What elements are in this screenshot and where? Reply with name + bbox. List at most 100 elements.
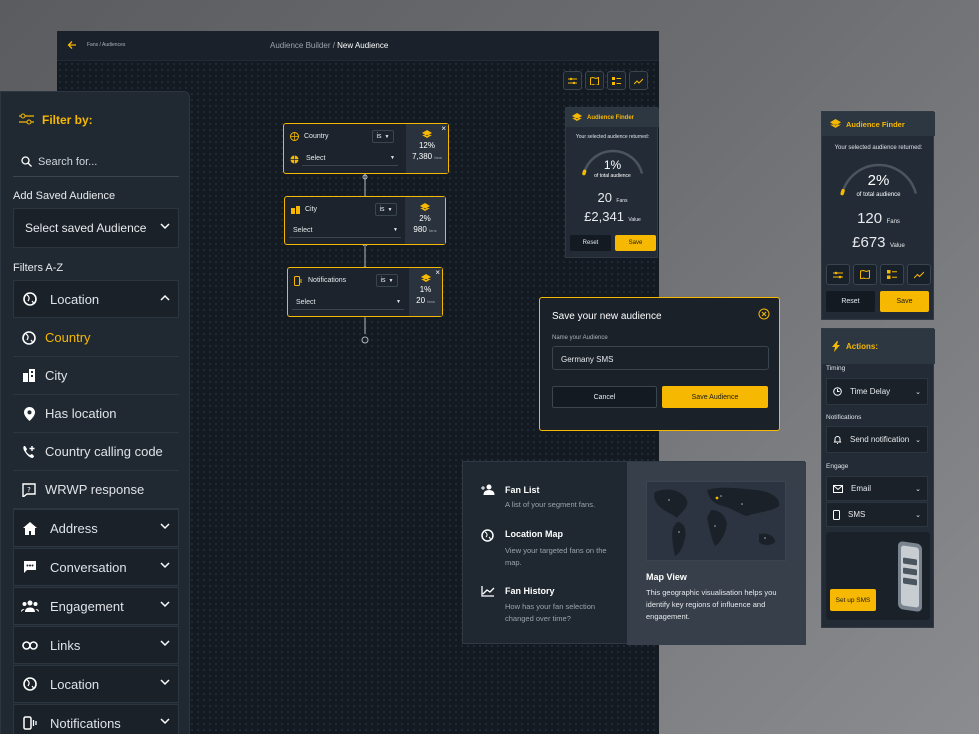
filter-item-has-location[interactable]: Has location — [13, 395, 179, 433]
notifications-select[interactable]: Send notification ⌄ — [826, 426, 928, 453]
filter-sliders-icon[interactable] — [826, 264, 850, 285]
globe-icon — [14, 677, 46, 691]
filter-group-location-2[interactable]: Location — [13, 665, 179, 703]
phone-notification-icon — [294, 276, 303, 286]
filter-group-notifications[interactable]: Notifications — [13, 704, 179, 734]
chevron-down-icon: ▼ — [388, 277, 394, 284]
chevron-down-icon — [160, 640, 170, 647]
list-icon[interactable] — [607, 71, 626, 90]
filter-group-links[interactable]: Links — [13, 626, 179, 664]
phone-notification-icon — [14, 716, 46, 730]
operator-select[interactable]: is ▼ — [372, 130, 394, 143]
globe-icon — [13, 330, 45, 345]
reset-button[interactable]: Reset — [826, 291, 875, 312]
set-up-sms-button[interactable]: Set up SMS — [830, 589, 876, 611]
back-arrow-icon[interactable] — [67, 40, 77, 50]
close-icon[interactable]: × — [441, 124, 446, 133]
trend-chart-icon — [481, 585, 495, 597]
filter-item-city[interactable]: City — [13, 357, 179, 395]
finder-header: Audience Finder — [566, 108, 659, 127]
filter-group-location[interactable]: Location — [13, 280, 179, 318]
saved-audience-select[interactable]: Select saved Audience — [13, 208, 179, 248]
filter-sliders-icon[interactable] — [563, 71, 582, 90]
filter-group-address[interactable]: Address — [13, 509, 179, 547]
timing-select[interactable]: Time Delay ⌄ — [826, 378, 928, 405]
list-icon[interactable] — [880, 264, 904, 285]
chevron-down-icon: ▼ — [384, 133, 390, 140]
audience-name-input[interactable]: Germany SMS — [552, 346, 769, 370]
chat-icon — [14, 560, 46, 574]
view-title[interactable]: Fan History — [505, 586, 555, 596]
chevron-down-icon — [160, 562, 170, 569]
view-toolbar — [563, 71, 648, 90]
filter-group-engagement[interactable]: Engagement — [13, 587, 179, 625]
value-select[interactable]: Select ▼ — [289, 223, 401, 238]
filter-item-country-calling-code[interactable]: Country calling code — [13, 433, 179, 471]
fans-stack-icon — [830, 119, 841, 129]
fans-stack-icon — [572, 113, 582, 122]
operator-select[interactable]: is ▼ — [375, 203, 397, 216]
value-amount: £673 Value — [852, 234, 905, 251]
filter-search-input[interactable]: Search for... — [13, 147, 179, 177]
chevron-down-icon: ▼ — [396, 299, 401, 305]
actions-header: Actions: — [822, 329, 935, 364]
filter-item-country[interactable]: Country — [13, 319, 179, 357]
filter-node-city[interactable]: City is ▼ Select ▼ 2% 980 fans — [284, 196, 446, 245]
views-panel: Fan List A list of your segment fans. Lo… — [462, 461, 806, 645]
chevron-down-icon: ⌄ — [915, 436, 921, 444]
operator-select[interactable]: is ▼ — [376, 274, 398, 287]
audience-finder-large: Audience Finder Your selected audience r… — [821, 111, 935, 320]
filter-group-conversation[interactable]: Conversation — [13, 548, 179, 586]
breadcrumb[interactable]: Fans / Audiences — [87, 42, 125, 48]
globe-icon — [481, 529, 494, 542]
globe-icon — [14, 292, 46, 306]
chevron-up-icon — [160, 294, 170, 301]
close-icon[interactable]: × — [435, 268, 440, 277]
filter-item-wrwp-response[interactable]: ? WRWP response — [13, 471, 179, 509]
globe-icon — [290, 132, 299, 141]
value-select[interactable]: Select ▼ — [302, 151, 398, 166]
phone-illustration — [898, 541, 922, 612]
chevron-down-icon: ▼ — [393, 227, 398, 233]
bell-icon — [833, 435, 842, 444]
finder-toolbar — [826, 264, 931, 285]
view-title[interactable]: Fan List — [505, 485, 540, 495]
fans-count: 120 Fans — [857, 210, 900, 227]
reset-button[interactable]: Reset — [570, 235, 611, 251]
globe-icon — [290, 155, 299, 164]
chevron-down-icon: ⌄ — [915, 388, 921, 396]
finder-header: Audience Finder — [822, 112, 935, 136]
cancel-button[interactable]: Cancel — [552, 386, 657, 408]
phone-add-icon — [13, 445, 45, 459]
save-audience-button[interactable]: Save Audience — [662, 386, 768, 408]
fans-stack-icon — [420, 203, 430, 212]
home-icon — [14, 521, 46, 535]
top-bar: Fans / Audiences Audience Builder / New … — [57, 31, 659, 61]
chevron-down-icon — [160, 223, 170, 230]
actions-panel: Actions: Timing Time Delay ⌄ Notificatio… — [821, 328, 935, 628]
filter-sidebar: Filter by: Search for... Add Saved Audie… — [0, 91, 190, 734]
filter-node-notifications[interactable]: Notifications is ▼ Select ▼ 1% 20 fans × — [287, 267, 443, 317]
map-icon[interactable] — [853, 264, 877, 285]
link-icon — [14, 640, 46, 650]
world-map[interactable] — [646, 481, 786, 561]
save-button[interactable]: Save — [615, 235, 656, 251]
location-pin-icon — [13, 406, 45, 421]
filter-sliders-icon — [19, 113, 34, 125]
engage-email-select[interactable]: Email ⌄ — [826, 476, 928, 501]
node-label: City — [305, 206, 318, 213]
fans-count: 20 Fans — [597, 190, 628, 205]
dialog-title: Save your new audience — [552, 311, 662, 322]
page-title: Audience Builder / New Audience — [270, 41, 389, 50]
trend-chart-icon[interactable] — [629, 71, 648, 90]
close-icon[interactable] — [758, 308, 770, 320]
value-select[interactable]: Select ▼ — [292, 295, 404, 310]
chevron-down-icon — [160, 679, 170, 686]
engage-sms-select[interactable]: SMS ⌄ — [826, 502, 928, 527]
view-title[interactable]: Location Map — [505, 529, 563, 539]
filter-node-country[interactable]: Country is ▼ Select ▼ 12% 7,380 fans × — [283, 123, 449, 174]
map-icon[interactable] — [585, 71, 604, 90]
phone-icon — [833, 509, 840, 520]
trend-chart-icon[interactable] — [907, 264, 931, 285]
save-button[interactable]: Save — [880, 291, 929, 312]
